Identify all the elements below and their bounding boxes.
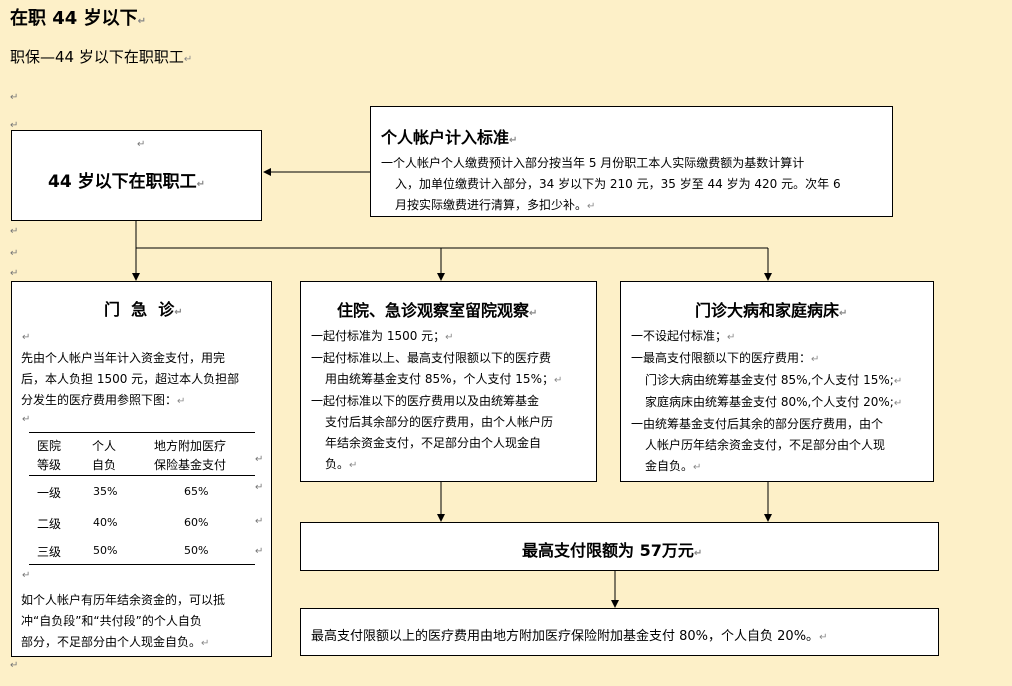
account-line: 入，加单位缴费计入部分，34 岁以下为 210 元，35 岁至 44 岁为 42… [395, 177, 841, 191]
paragraph-mark-icon: ↵ [349, 460, 358, 471]
outpatient-note-line: 如个人帐户有历年结余资金的，可以抵 [21, 593, 226, 607]
paragraph-mark-icon: ↵ [693, 462, 702, 473]
paragraph-mark-icon: ↵ [22, 570, 31, 581]
outpatient-title-text: 门 急 诊 [104, 300, 175, 319]
header-fund-pay: 地方附加医疗 保险基金支付 [154, 439, 227, 472]
table-cell: 60% [184, 516, 209, 529]
table-cell: 65% [184, 485, 209, 498]
paragraph-mark-icon: ↵ [174, 307, 183, 318]
inpatient-line: 用由统筹基金支付 85%，个人支付 15%；↵ [325, 372, 563, 386]
above-limit-box: 最高支付限额以上的医疗费用由地方附加医疗保险附加基金支付 80%，个人自负 20… [300, 608, 939, 656]
outpatient-description: 先由个人帐户当年计入资金支付，用完 后，本人负担 1500 元，超过本人负担部 … [21, 348, 239, 412]
paragraph-mark-icon: ↵ [137, 139, 146, 150]
serious-illness-box: 门诊大病和家庭病床↵ 一不设起付标准；↵ 一最高支付限额以下的医疗费用：↵ 门诊… [620, 281, 934, 482]
table-cell: 50% [93, 544, 118, 557]
max-limit-text-value: 最高支付限额为 57万元 [522, 541, 694, 560]
paragraph-mark-icon: ↵ [196, 179, 205, 190]
outpatient-line: 先由个人帐户当年计入资金支付，用完 [21, 351, 226, 365]
table-cell: 二级 [37, 517, 62, 531]
serious-illness-description: 一不设起付标准；↵ 一最高支付限额以下的医疗费用：↵ 门诊大病由统筹基金支付 8… [631, 326, 933, 478]
inpatient-line: 一起付标准为 1500 元；↵ [311, 329, 454, 343]
account-line-text: 月按实际缴费进行清算，多扣少补。 [395, 198, 588, 212]
outpatient-note-line: 冲“自负段”和“共付段”的个人自负 [21, 614, 202, 628]
serious-line: 家庭病床由统筹基金支付 80%,个人支付 20%;↵ [645, 395, 903, 409]
outpatient-note: 如个人帐户有历年结余资金的，可以抵 冲“自负段”和“共付段”的个人自负 部分，不… [21, 590, 225, 654]
paragraph-mark-icon: ↵ [255, 482, 264, 493]
paragraph-mark-icon: ↵ [727, 332, 736, 343]
paragraph-mark-icon: ↵ [22, 332, 31, 343]
serious-illness-title-text: 门诊大病和家庭病床 [695, 301, 840, 320]
table-cell: 35% [93, 485, 118, 498]
paragraph-mark-icon: ↵ [509, 135, 518, 146]
above-limit-text: 最高支付限额以上的医疗费用由地方附加医疗保险附加基金支付 80%，个人自负 20… [311, 625, 827, 644]
outpatient-note-text: 部分，不足部分由个人现金自负。 [21, 635, 202, 649]
table-row: 三级 50% 50% [29, 538, 255, 564]
outpatient-title: 门 急 诊↵ [104, 296, 183, 320]
paragraph-mark-icon: ↵ [529, 308, 538, 319]
table-cell: 40% [93, 516, 118, 529]
serious-line: 一最高支付限额以下的医疗费用：↵ [631, 351, 820, 365]
inpatient-line: 一起付标准以上、最高支付限额以下的医疗费 [311, 351, 552, 365]
serious-line: 一不设起付标准；↵ [631, 329, 736, 343]
paragraph-mark-icon: ↵ [811, 354, 820, 365]
main-category-box: ↵ 44 岁以下在职职工↵ [11, 130, 262, 221]
paragraph-mark-icon: ↵ [255, 454, 264, 465]
paragraph-mark-icon: ↵ [22, 414, 31, 425]
account-title-text: 个人帐户计入标准 [381, 128, 510, 147]
serious-line: 一由统筹基金支付后其余的部分医疗费用，由个 [631, 417, 884, 431]
inpatient-line: 负。↵ [325, 457, 358, 471]
max-limit-box: 最高支付限额为 57万元↵ [300, 522, 939, 571]
paragraph-mark-icon: ↵ [201, 638, 210, 649]
paragraph-mark-icon: ↵ [177, 396, 186, 407]
account-line: 月按实际缴费进行清算，多扣少补。↵ [381, 195, 841, 217]
outpatient-line: 分发生的医疗费用参照下图：↵ [21, 390, 239, 412]
inpatient-title: 住院、急诊观察室留院观察↵ [337, 297, 537, 321]
serious-line: 门诊大病由统筹基金支付 85%,个人支付 15%;↵ [645, 373, 903, 387]
paragraph-mark-icon: ↵ [893, 376, 903, 387]
paragraph-mark-icon: ↵ [553, 375, 563, 386]
paragraph-mark-icon: ↵ [255, 546, 264, 557]
inpatient-line: 年结余资金支付，不足部分由个人现金自 [325, 436, 542, 450]
inpatient-box: 住院、急诊观察室留院观察↵ 一起付标准为 1500 元；↵ 一起付标准以上、最高… [300, 281, 597, 482]
serious-illness-title: 门诊大病和家庭病床↵ [695, 297, 847, 321]
paragraph-mark-icon: ↵ [839, 308, 848, 319]
paragraph-mark-icon: ↵ [693, 548, 703, 559]
inpatient-title-text: 住院、急诊观察室留院观察 [337, 301, 530, 320]
table-cell: 三级 [37, 545, 62, 559]
paragraph-mark-icon: ↵ [255, 516, 264, 527]
paragraph-mark-icon: ↵ [587, 201, 596, 212]
main-category-title: 44 岁以下在职职工↵ [48, 167, 205, 192]
outpatient-line: 后，本人负担 1500 元，超过本人负担部 [21, 372, 240, 386]
max-limit-text: 最高支付限额为 57万元↵ [522, 537, 702, 561]
header-hospital-level: 医院 等级 [37, 439, 62, 472]
serious-line: 人帐户历年结余资金支付，不足部分由个人现 [645, 438, 886, 452]
outpatient-note-line: 部分，不足部分由个人现金自负。↵ [21, 632, 225, 654]
above-limit-text-value: 最高支付限额以上的医疗费用由地方附加医疗保险附加基金支付 80%，个人自负 20… [311, 629, 820, 644]
table-row: 二级 40% 60% [29, 507, 255, 538]
header-self-pay: 个人 自负 [92, 439, 117, 472]
ratio-table: 医院 等级 个人 自负 地方附加医疗 保险基金支付 一级 35% 65% 二级 40%… [29, 432, 255, 565]
account-description: 一个人帐户个人缴费预计入部分按当年 5 月份职工本人实际缴费额为基数计算计 入，… [381, 153, 841, 217]
table-cell: 50% [184, 544, 209, 557]
outpatient-line-text: 分发生的医疗费用参照下图： [21, 393, 178, 407]
inpatient-line: 一起付标准以下的医疗费用以及由统筹基金 [311, 394, 540, 408]
main-category-title-text: 44 岁以下在职职工 [48, 172, 197, 192]
serious-line: 金自负。↵ [645, 459, 702, 473]
table-cell: 一级 [37, 486, 62, 500]
paragraph-mark-icon: ↵ [445, 332, 454, 343]
paragraph-mark-icon: ↵ [893, 398, 903, 409]
outpatient-box: 门 急 诊↵ ↵ 先由个人帐户当年计入资金支付，用完 后，本人负担 1500 元… [11, 281, 272, 657]
inpatient-description: 一起付标准为 1500 元；↵ 一起付标准以上、最高支付限额以下的医疗费 用由统… [311, 326, 595, 476]
table-row: 一级 35% 65% [29, 476, 255, 507]
account-standard-box: 个人帐户计入标准↵ 一个人帐户个人缴费预计入部分按当年 5 月份职工本人实际缴费… [370, 106, 893, 217]
paragraph-mark-icon: ↵ [819, 632, 828, 643]
inpatient-line: 支付后其余部分的医疗费用，由个人帐户历 [325, 415, 554, 429]
account-line: 一个人帐户个人缴费预计入部分按当年 5 月份职工本人实际缴费额为基数计算计 [381, 156, 805, 170]
ratio-table-header: 医院 等级 个人 自负 地方附加医疗 保险基金支付 [29, 433, 255, 475]
account-title: 个人帐户计入标准↵ [381, 124, 517, 148]
